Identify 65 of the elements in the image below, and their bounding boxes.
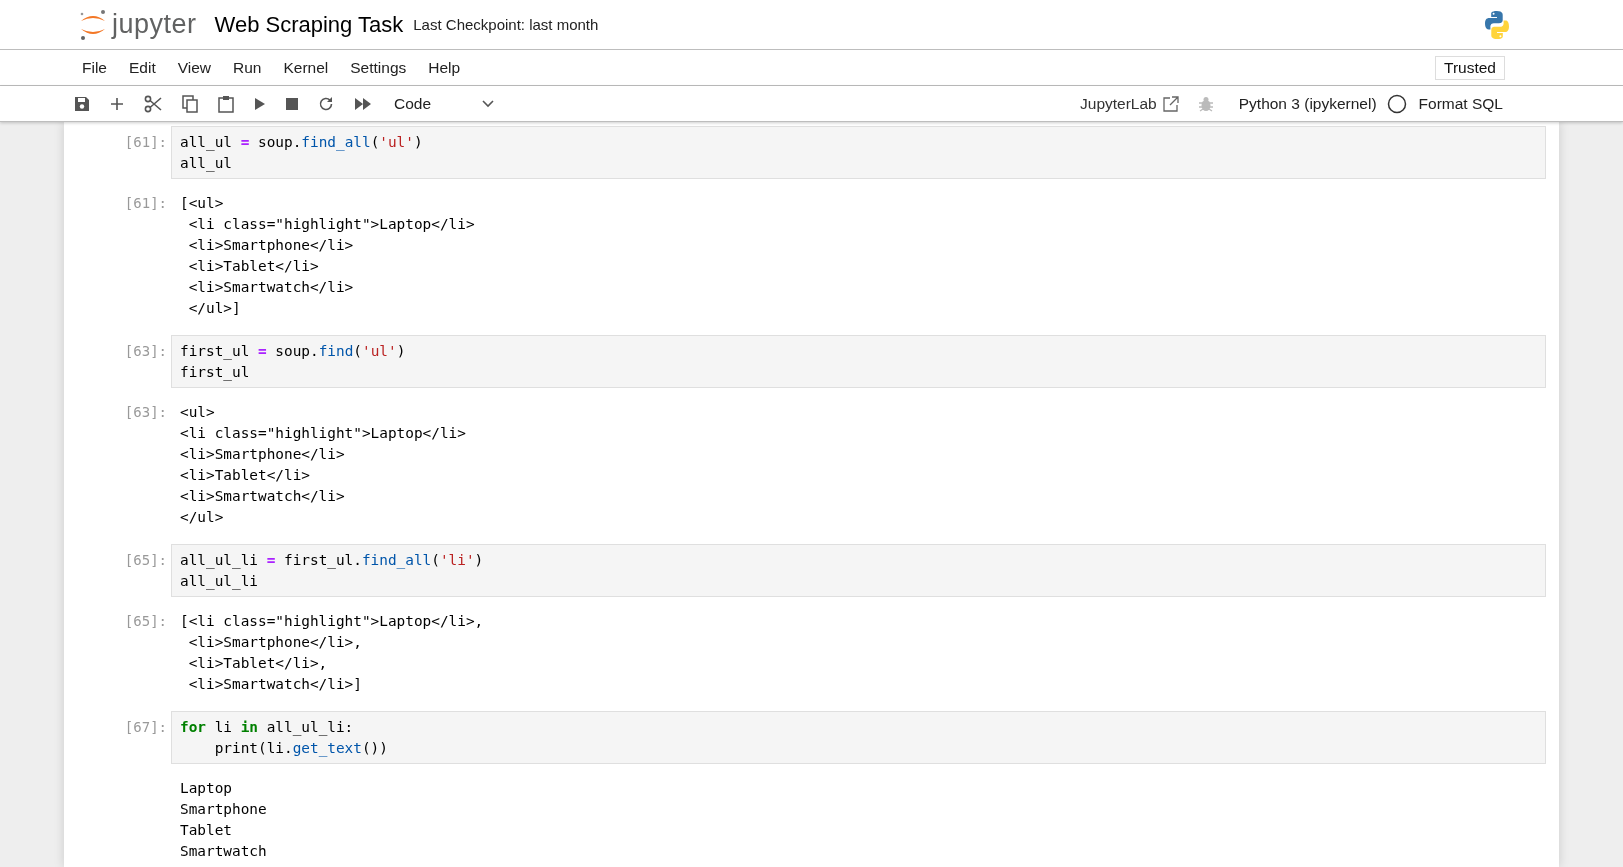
output-line: <li>Smartwatch</li> [187, 278, 355, 297]
checkpoint-text: Last Checkpoint: last month [413, 16, 599, 33]
menu-item[interactable]: File [82, 58, 107, 77]
output-line: <li class="highlight">Laptop</li> [187, 215, 476, 234]
save-icon[interactable] [74, 95, 90, 112]
output-line: <li>Tablet</li>, [187, 654, 329, 673]
code-line: all_ul_li = first_ul.find_all('li') [180, 551, 485, 571]
output-line: </ul> [180, 508, 225, 527]
code-line: print(li.get_text()) [213, 739, 389, 759]
cut-icon[interactable] [144, 94, 162, 113]
execution-prompt: [67]: [124, 718, 167, 737]
format-sql-button[interactable]: Format SQL [1418, 94, 1503, 113]
output-line: [<li class="highlight">Laptop</li>, [180, 612, 485, 631]
code-input-cell[interactable]: first_ul = soup.find('ul') first_ul [171, 335, 1546, 388]
notebook-title[interactable]: Web Scraping Task [214, 11, 404, 38]
output-line: <li>Smartphone</li>, [187, 633, 363, 652]
code-line: all_ul [180, 154, 233, 174]
code-line: all_ul = soup.find_all('ul') [180, 133, 424, 153]
code-line: all_ul_li [180, 572, 259, 592]
copy-icon[interactable] [182, 94, 198, 113]
output-line: </ul>] [187, 299, 242, 318]
code-line: first_ul = soup.find('ul') [180, 342, 407, 362]
menu-item[interactable]: Help [428, 58, 461, 77]
execution-prompt: [63]: [124, 342, 167, 361]
output-line: <li>Smartwatch</li>] [187, 675, 363, 694]
output-line: Laptop [180, 779, 233, 798]
code-line: for li in all_ul_li: [180, 718, 355, 738]
fast-forward-icon[interactable] [354, 97, 372, 110]
execution-prompt: [65]: [124, 551, 167, 570]
menu-item[interactable]: Kernel [283, 58, 329, 77]
output-line: <li class="highlight">Laptop</li> [180, 424, 467, 443]
execution-prompt: [65]: [124, 612, 167, 631]
execution-prompt: [61]: [124, 194, 167, 213]
restart-icon[interactable] [318, 95, 334, 112]
execution-prompt: [61]: [124, 133, 167, 152]
output-line: Smartwatch [180, 842, 268, 861]
jupyterlab-link[interactable]: JupyterLab [1080, 94, 1157, 113]
output-line: <ul> [180, 403, 216, 422]
caret-icon [482, 99, 494, 108]
menu-item[interactable]: Run [233, 58, 262, 77]
output-line: [<ul> [180, 194, 225, 213]
run-icon[interactable] [254, 96, 266, 111]
paste-icon[interactable] [218, 94, 234, 113]
output-line: <li>Smartwatch</li> [180, 487, 346, 506]
code-line: first_ul [180, 363, 251, 383]
output-line: <li>Tablet</li> [187, 257, 320, 276]
execution-prompt: [63]: [124, 403, 167, 422]
menu-item[interactable]: Edit [129, 58, 156, 77]
output-line: Tablet [180, 821, 233, 840]
external-link-icon[interactable] [1162, 95, 1179, 112]
logo-wordmark: jupyter [112, 9, 197, 40]
add-icon[interactable] [110, 96, 124, 111]
cell-type-dropdown[interactable]: Code [394, 94, 494, 113]
code-input-cell[interactable]: all_ul_li = first_ul.find_all('li') all_ul_li [171, 544, 1546, 597]
menu-item[interactable]: Settings [350, 58, 407, 77]
output-line: Smartphone [180, 800, 268, 819]
code-input-cell[interactable]: for li in all_ul_li: print(li.get_text()) [171, 711, 1546, 764]
stop-icon[interactable] [286, 97, 298, 110]
output-line: <li>Smartphone</li> [187, 236, 355, 255]
menu-item[interactable]: View [177, 58, 212, 77]
trusted-indicator[interactable]: Trusted [1435, 55, 1505, 80]
output-line: <li>Tablet</li> [180, 466, 311, 485]
output-line: <li>Smartphone</li> [180, 445, 346, 464]
kernel-name[interactable]: Python 3 (ipykernel) [1238, 94, 1377, 113]
code-input-cell[interactable]: all_ul = soup.find_all('ul') all_ul [171, 126, 1546, 179]
